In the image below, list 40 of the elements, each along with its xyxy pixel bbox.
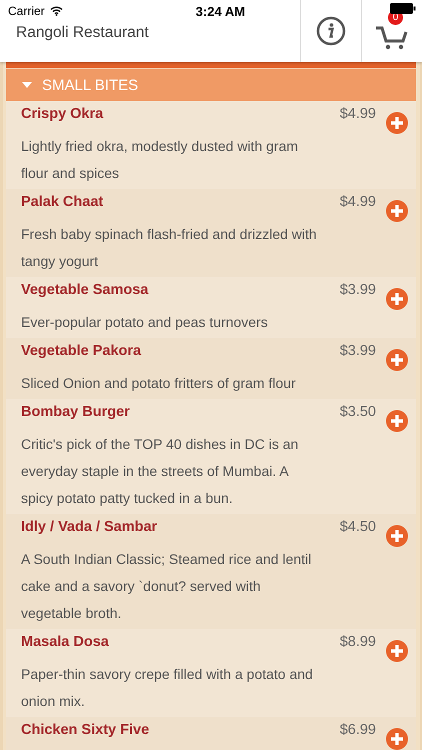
dish-price: $4.99 xyxy=(340,193,376,210)
dish-description: Paper-thin savory crepe filled with a potato and onion mix. xyxy=(21,665,314,711)
wifi-icon xyxy=(50,6,63,16)
dish-name: Crispy Okra xyxy=(21,105,104,122)
add-button[interactable] xyxy=(386,728,408,750)
dish-description: Ever-popular potato and peas turnovers xyxy=(21,313,269,332)
dish-price: $3.99 xyxy=(340,281,376,298)
dish-price: $6.99 xyxy=(340,721,376,738)
dish-description: Critic's pick of the TOP 40 dishes in DC is an everyday staple in the streets of Mumbai. A spicy potato patty tucked in a bun. xyxy=(21,435,300,508)
info-button[interactable] xyxy=(300,0,361,62)
dish-price: $3.50 xyxy=(340,403,376,420)
dish-name: Idly / Vada / Sambar xyxy=(21,518,158,535)
dish-name: Palak Chaat xyxy=(21,193,104,210)
dish-name: Bombay Burger xyxy=(21,403,131,420)
section-title: SMALL BITES xyxy=(42,76,138,94)
dish-description: Sliced Onion and potato fritters of gram flour xyxy=(21,374,297,393)
dish-description: A South Indian Classic; Steamed rice and lentil cake and a savory `donut? served with vegetable broth. xyxy=(21,550,312,623)
info-icon xyxy=(316,16,346,46)
add-button[interactable] xyxy=(386,525,408,547)
status-time: 3:24 AM xyxy=(196,4,246,18)
dish-description: Lightly fried okra, modestly dusted with gram flour and spices xyxy=(21,137,300,183)
dish-description: Fresh baby spinach flash-fried and drizzled with tangy yogurt xyxy=(21,225,318,271)
add-button[interactable] xyxy=(386,349,408,371)
dish-price: $4.99 xyxy=(340,105,376,122)
add-button[interactable] xyxy=(386,288,408,310)
add-button[interactable] xyxy=(386,410,408,432)
dish-price: $4.50 xyxy=(340,518,376,535)
caret-icon xyxy=(22,82,32,88)
dish-name: Chicken Sixty Five xyxy=(21,721,150,738)
restaurant-title: Rangoli Restaurant xyxy=(15,23,150,42)
add-button[interactable] xyxy=(386,200,408,222)
dish-price: $3.99 xyxy=(340,342,376,359)
add-button[interactable] xyxy=(386,640,408,662)
add-button[interactable] xyxy=(386,112,408,134)
dish-price: $8.99 xyxy=(340,633,376,650)
battery-icon xyxy=(390,3,416,14)
dish-name: Masala Dosa xyxy=(21,633,110,650)
dish-name: Vegetable Pakora xyxy=(21,342,142,359)
carrier-label: Carrier xyxy=(8,4,45,18)
dish-name: Vegetable Samosa xyxy=(21,281,150,298)
